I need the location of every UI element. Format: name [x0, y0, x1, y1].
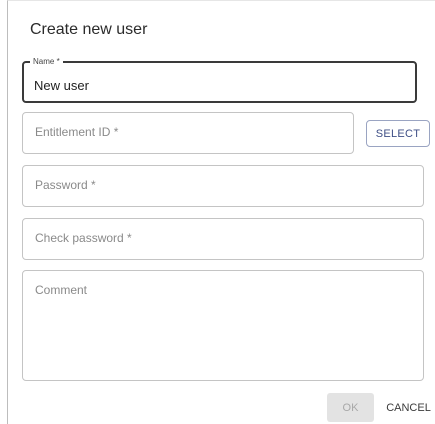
password-field[interactable]: Password * [22, 165, 424, 207]
check-password-placeholder: Check password * [35, 231, 132, 245]
name-field-value: New user [34, 78, 89, 93]
entitlement-id-placeholder: Entitlement ID * [35, 125, 119, 139]
entitlement-id-field[interactable]: Entitlement ID * [22, 112, 354, 154]
name-field[interactable]: Name * New user [22, 57, 417, 103]
ok-button[interactable]: OK [327, 393, 374, 422]
select-button[interactable]: SELECT [366, 120, 430, 147]
password-placeholder: Password * [35, 178, 96, 192]
comment-placeholder: Comment [35, 283, 88, 297]
comment-field[interactable]: Comment [22, 270, 424, 381]
cancel-button[interactable]: CANCEL [382, 393, 435, 422]
check-password-field[interactable]: Check password * [22, 218, 424, 260]
name-field-label: Name * [30, 57, 63, 67]
dialog-title: Create new user [30, 21, 148, 38]
